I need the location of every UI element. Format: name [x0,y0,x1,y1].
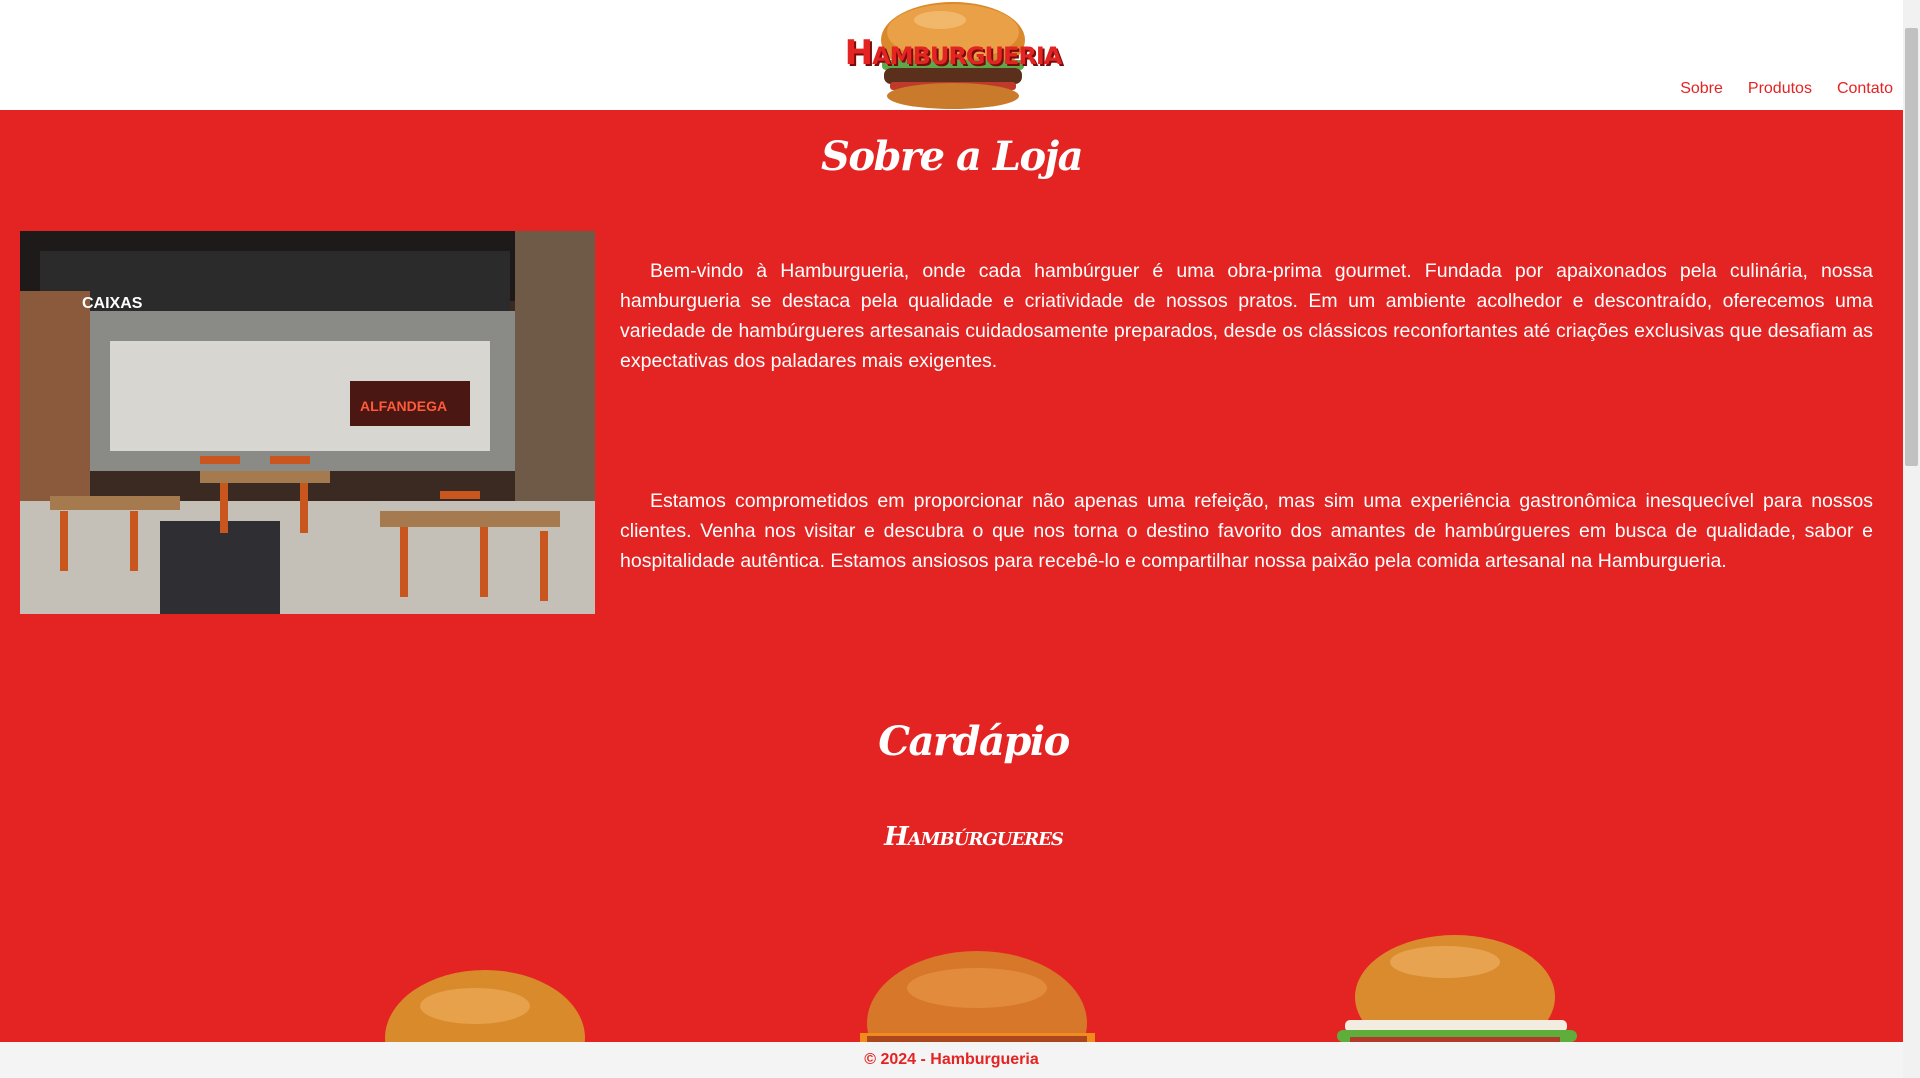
page-scrollbar[interactable] [1903,0,1920,1078]
photo-sign-caixas: CAIXAS [82,295,143,312]
burger-3-illustration [1337,935,1577,1059]
nav-link-produtos[interactable]: Produtos [1748,80,1812,98]
nav-link-sobre[interactable]: Sobre [1680,80,1723,98]
store-photo-illustration: CAIXAS ALFANDEGA [20,231,595,614]
about-paragraph-2: Estamos comprometidos em proporcionar nã… [620,490,1873,572]
scrollbar-thumb[interactable] [1905,28,1918,466]
burger-image-1[interactable] [380,968,590,1078]
photo-sign-alfandega: ALFANDEGA [360,398,447,414]
burger-image-3[interactable] [1325,932,1585,1059]
store-interior-photo: CAIXAS ALFANDEGA [20,231,595,614]
main-nav: Sobre Produtos Contato [1680,80,1893,98]
about-paragraph-1: Bem-vindo à Hamburgueria, onde cada hamb… [620,260,1873,372]
about-section-title: Sobre a Loja [820,133,1084,180]
site-footer: © 2024 - Hamburgueria [0,1042,1903,1078]
menu-section-title: Cardápio [878,718,1070,765]
site-header: Hamburgueria Sobre Produtos Contato [0,0,1903,110]
footer-copyright: © 2024 - Hamburgueria [864,1051,1039,1068]
logo-text: Hamburgueria [844,33,1063,73]
menu-category-title: Hambúrgueres [884,822,1064,852]
nav-link-contato[interactable]: Contato [1837,80,1893,98]
burger-image-2[interactable] [855,948,1100,1078]
burger-1-illustration [385,970,585,1078]
site-logo[interactable]: Hamburgueria [822,0,1084,110]
burger-2-illustration [860,951,1095,1078]
